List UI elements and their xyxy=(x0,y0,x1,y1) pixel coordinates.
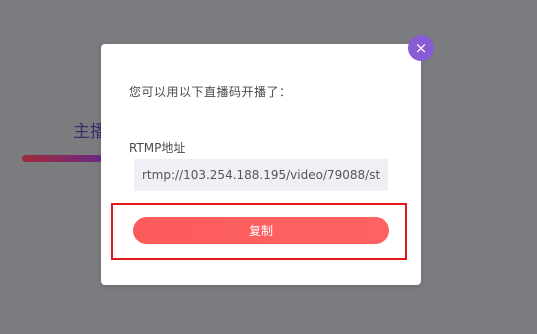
close-icon: × xyxy=(414,38,428,57)
copy-button[interactable]: 复制 xyxy=(133,217,389,244)
background-tab-underline xyxy=(22,155,102,162)
rtmp-url-label: RTMP地址 xyxy=(129,141,186,155)
dialog-prompt: 您可以用以下直播码开播了： xyxy=(129,85,292,99)
close-dialog-button[interactable]: × xyxy=(408,35,434,61)
rtmp-url-field[interactable] xyxy=(134,159,388,191)
